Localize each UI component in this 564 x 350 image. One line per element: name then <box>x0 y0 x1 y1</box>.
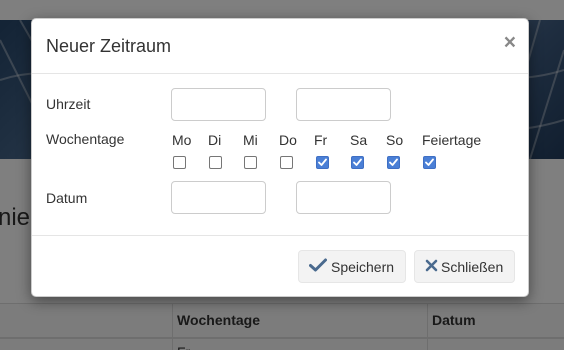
weekday-label-mi: Mi <box>243 132 258 148</box>
wochentage-label: Wochentage <box>46 131 125 147</box>
x-icon <box>425 259 438 275</box>
check-mark-icon <box>353 158 362 166</box>
checkbox-mi[interactable] <box>244 156 257 169</box>
modal-header: Neuer Zeitraum × <box>32 19 528 74</box>
close-button-label: Schließen <box>441 258 504 275</box>
close-icon[interactable]: × <box>504 31 516 55</box>
checkbox-so[interactable] <box>387 156 400 169</box>
check-mark-icon <box>318 158 327 166</box>
modal-footer: Speichern Schließen <box>32 235 528 298</box>
checkbox-fr[interactable] <box>316 156 329 169</box>
check-mark-icon <box>389 158 398 166</box>
neuer-zeitraum-dialog: Neuer Zeitraum × Uhrzeit Wochentage Mo D… <box>31 18 529 297</box>
checkbox-feiertage[interactable] <box>423 156 436 169</box>
weekday-label-fr: Fr <box>314 132 328 148</box>
check-mark-icon <box>425 158 434 166</box>
close-button[interactable]: Schließen <box>414 250 515 283</box>
uhrzeit-label: Uhrzeit <box>46 96 91 112</box>
weekday-label-do: Do <box>279 132 297 148</box>
weekday-label-feiertage: Feiertage <box>422 132 482 148</box>
weekday-label-di: Di <box>208 132 222 148</box>
datum-label: Datum <box>46 190 88 206</box>
save-button-label: Speichern <box>331 258 395 275</box>
weekday-label-sa: Sa <box>350 132 368 148</box>
checkbox-do[interactable] <box>280 156 293 169</box>
weekday-label-mo: Mo <box>172 132 192 148</box>
checkbox-mo[interactable] <box>173 156 186 169</box>
checkbox-sa[interactable] <box>351 156 364 169</box>
checkbox-di[interactable] <box>209 156 222 169</box>
page: nie Wochentage Datum Fr Neuer Zeitraum ×… <box>0 0 564 350</box>
datum-to-input[interactable] <box>296 181 391 214</box>
datum-from-input[interactable] <box>171 181 266 214</box>
weekday-label-so: So <box>386 132 404 148</box>
save-button[interactable]: Speichern <box>298 250 406 283</box>
uhrzeit-to-input[interactable] <box>296 88 391 121</box>
checkmark-icon <box>309 258 327 275</box>
uhrzeit-from-input[interactable] <box>171 88 266 121</box>
modal-title: Neuer Zeitraum <box>46 36 172 56</box>
